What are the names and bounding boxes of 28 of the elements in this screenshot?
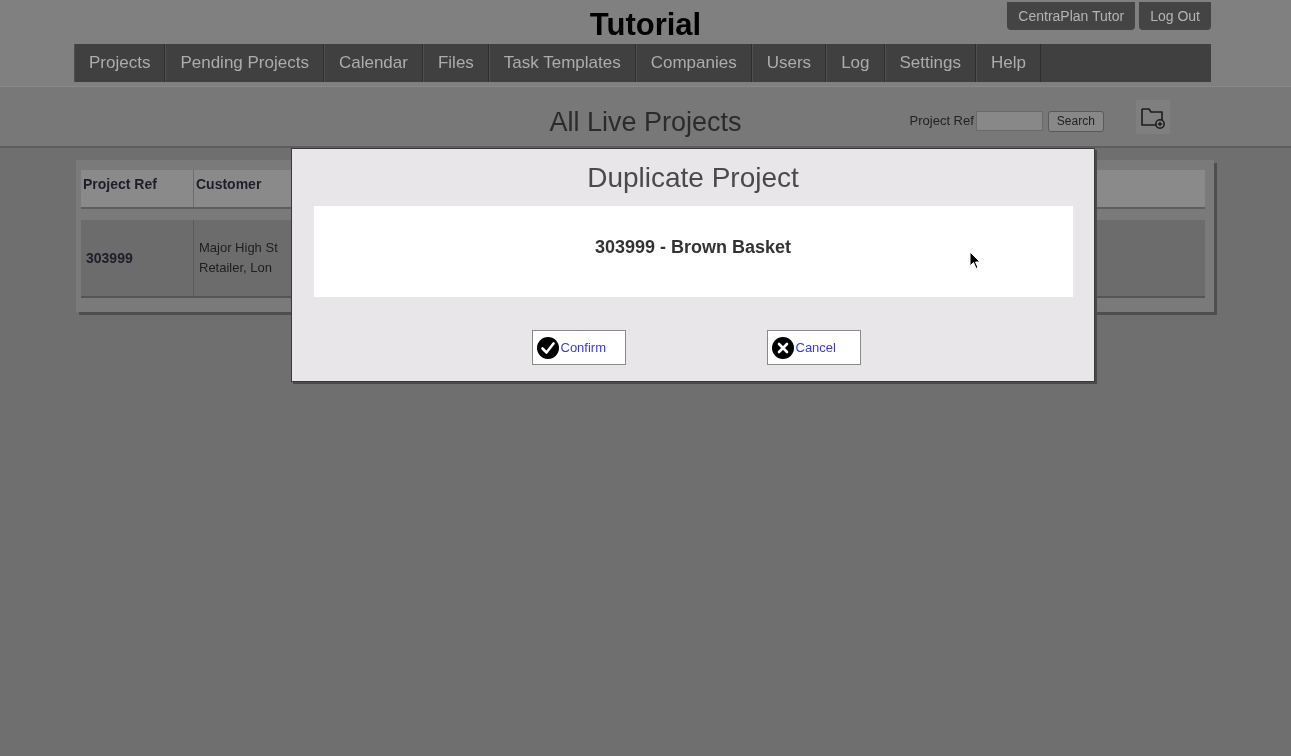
table-cell: 303999	[81, 220, 194, 296]
nav-item[interactable]: Files	[422, 44, 489, 82]
confirm-button[interactable]: Confirm	[531, 330, 626, 365]
nav-item[interactable]: Task Templates	[488, 44, 636, 82]
search-label: Project Ref	[909, 112, 974, 131]
nav-item[interactable]: Log	[826, 44, 885, 82]
cancel-button[interactable]: Cancel	[766, 330, 861, 365]
close-circle-icon	[771, 336, 794, 359]
nav-item[interactable]: Settings	[884, 44, 976, 82]
column-header: Project Ref	[81, 170, 194, 207]
nav-item[interactable]: Projects	[74, 44, 166, 82]
search-button[interactable]: Search	[1047, 110, 1104, 132]
mouse-pointer-icon	[969, 251, 981, 270]
logout-button[interactable]: Log Out	[1139, 2, 1211, 30]
check-circle-icon	[536, 336, 559, 359]
dialog-message: 303999 - Brown Basket	[594, 236, 792, 259]
tutor-button[interactable]: CentraPlan Tutor	[1007, 2, 1136, 30]
page-title: All Live Projects	[549, 106, 742, 139]
nav-item[interactable]: Users	[751, 44, 827, 82]
nav-item[interactable]: Companies	[635, 44, 752, 82]
nav-item[interactable]: Help	[975, 44, 1041, 82]
table-cell-text: Major High St Retailer, Lon	[198, 239, 278, 277]
nav-item[interactable]: Pending Projects	[165, 44, 324, 82]
app-title: Tutorial	[589, 6, 702, 44]
folder-plus-icon[interactable]	[1135, 100, 1170, 134]
input-field[interactable]	[975, 111, 1043, 131]
nav-item[interactable]: Calendar	[323, 44, 423, 82]
dialog-title: Duplicate Project	[587, 160, 799, 195]
